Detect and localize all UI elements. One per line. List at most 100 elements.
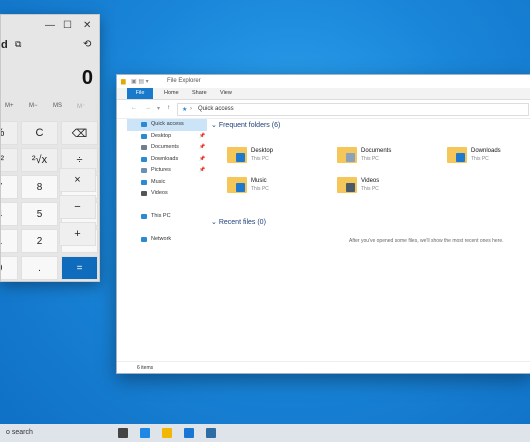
tab-view[interactable]: View [215,88,237,99]
nav-icon [141,191,147,196]
file-explorer-taskbar-icon[interactable] [162,428,172,438]
memory-button[interactable]: MS [53,103,62,109]
key-4[interactable]: 4 [1,202,18,226]
nav-icon [141,133,147,139]
add-key[interactable]: + [59,222,96,246]
taskbar: o search [0,424,530,442]
ribbon-tabs: File Home Share View [117,88,530,100]
nav-icon [141,156,147,162]
taskbar-search[interactable]: o search [6,429,33,436]
folder-desktop[interactable]: Desktop This PC [227,145,347,173]
frequent-folders-header[interactable]: ⌄ Frequent folders (6) [211,121,280,129]
key-8[interactable]: 8 [21,175,58,199]
nav-label: Quick access [151,121,184,127]
folder-location: This PC [251,186,269,192]
nav-item[interactable]: This PC [127,211,207,223]
folder-documents[interactable]: Documents This PC [337,145,457,173]
forward-icon[interactable]: → [145,105,151,111]
recent-files-header[interactable]: ⌄ Recent files (0) [211,218,266,226]
percent-key[interactable]: % [1,121,18,145]
folder-name: Desktop [251,148,274,154]
nav-icon [141,179,147,185]
nav-label: Desktop [151,132,172,139]
folder-location: This PC [361,156,379,162]
explorer-title-bar: ▆ ▣ ▤ ▾ File Explorer [117,75,530,88]
nav-item[interactable]: Music [127,177,207,189]
chevron-down-icon: ⌄ [211,122,217,129]
equals-key[interactable]: = [61,256,98,280]
memory-button[interactable]: M+ [5,103,14,109]
key-0[interactable]: 0 [1,256,18,280]
memory-button[interactable]: M⁻ [77,103,85,110]
item-count: 6 items [137,365,154,371]
folder-name: Videos [361,178,380,184]
maximize-icon[interactable]: ☐ [63,20,72,31]
recent-locations-icon[interactable]: ▾ [157,105,160,112]
backspace-key[interactable]: ⌫ [61,121,98,145]
section-label: Recent files (0) [218,219,266,226]
nav-item[interactable]: Quick access [127,119,207,131]
sqrt-key[interactable]: ²√x [21,148,58,172]
address-bar[interactable]: ★ › Quick access [177,103,529,116]
edge-icon[interactable] [140,428,150,438]
pin-icon: 📌 [199,167,206,173]
memory-button[interactable]: M− [29,103,38,109]
decimal-key[interactable]: . [21,256,58,280]
tab-file[interactable]: File [127,88,153,99]
key-2[interactable]: 2 [21,229,58,253]
window-title: File Explorer [167,78,201,84]
nav-item[interactable]: Documents 📌 [127,142,207,154]
nav-item[interactable]: Videos [127,188,207,200]
memory-bar: M+ M− MS M⁻ [1,99,99,115]
square-key[interactable]: x² [1,148,18,172]
tab-share[interactable]: Share [187,88,212,99]
folder-icon: ▆ [121,79,126,85]
folder-location: This PC [471,156,489,162]
nav-icon [141,237,147,242]
mail-icon[interactable] [184,428,194,438]
clear-key[interactable]: C [21,121,58,145]
key-1[interactable]: 1 [1,229,18,253]
nav-icon [141,122,147,127]
nav-item[interactable]: Desktop 📌 [127,131,207,143]
file-explorer-window: ▆ ▣ ▤ ▾ File Explorer File Home Share Vi… [116,74,530,374]
key-5[interactable]: 5 [21,202,58,226]
nav-item[interactable]: Network [127,234,207,246]
address-bar-row: ← → ▾ ↑ ★ › Quick access [117,100,530,119]
tab-home[interactable]: Home [159,88,184,99]
key-7[interactable]: 7 [1,175,18,199]
pin-icon: 📌 [199,155,206,162]
nav-label: Downloads [151,155,179,162]
folder-downloads[interactable]: Downloads This PC [447,145,530,173]
nav-item[interactable]: Downloads 📌 [127,154,207,166]
subtract-key[interactable]: − [59,195,96,219]
nav-label: Music [151,178,166,185]
folder-videos[interactable]: Videos This PC [337,175,457,203]
folder-music[interactable]: Music This PC [227,175,347,203]
up-icon[interactable]: ↑ [167,105,170,111]
back-icon[interactable]: ← [131,105,137,111]
nav-label: Documents [151,144,179,150]
address-path: Quick access [198,106,234,112]
minimize-icon[interactable]: — [45,20,55,31]
empty-recent-message: After you've opened some files, we'll sh… [349,238,504,244]
star-icon: ★ [182,107,188,113]
nav-label: Network [151,236,172,242]
chevron-down-icon: ⌄ [211,219,217,226]
music-icon [236,183,245,192]
keep-on-top-icon[interactable]: ⧉ [15,39,21,50]
documents-icon [346,153,355,162]
multiply-key[interactable]: × [59,168,96,192]
cortana-icon[interactable] [76,428,100,438]
close-icon[interactable]: ✕ [83,20,91,31]
pin-icon: 📌 [199,132,206,139]
chevron-right-icon: › [190,106,192,112]
folder-location: This PC [361,186,379,192]
nav-item[interactable]: Pictures 📌 [127,165,207,177]
calculator-taskbar-icon[interactable] [206,428,216,438]
task-view-icon[interactable] [118,428,128,438]
display-value: 0 [81,67,93,89]
history-icon[interactable]: ⟲ [83,39,91,50]
quick-access-toolbar-icon[interactable]: ▣ ▤ ▾ [131,78,149,85]
